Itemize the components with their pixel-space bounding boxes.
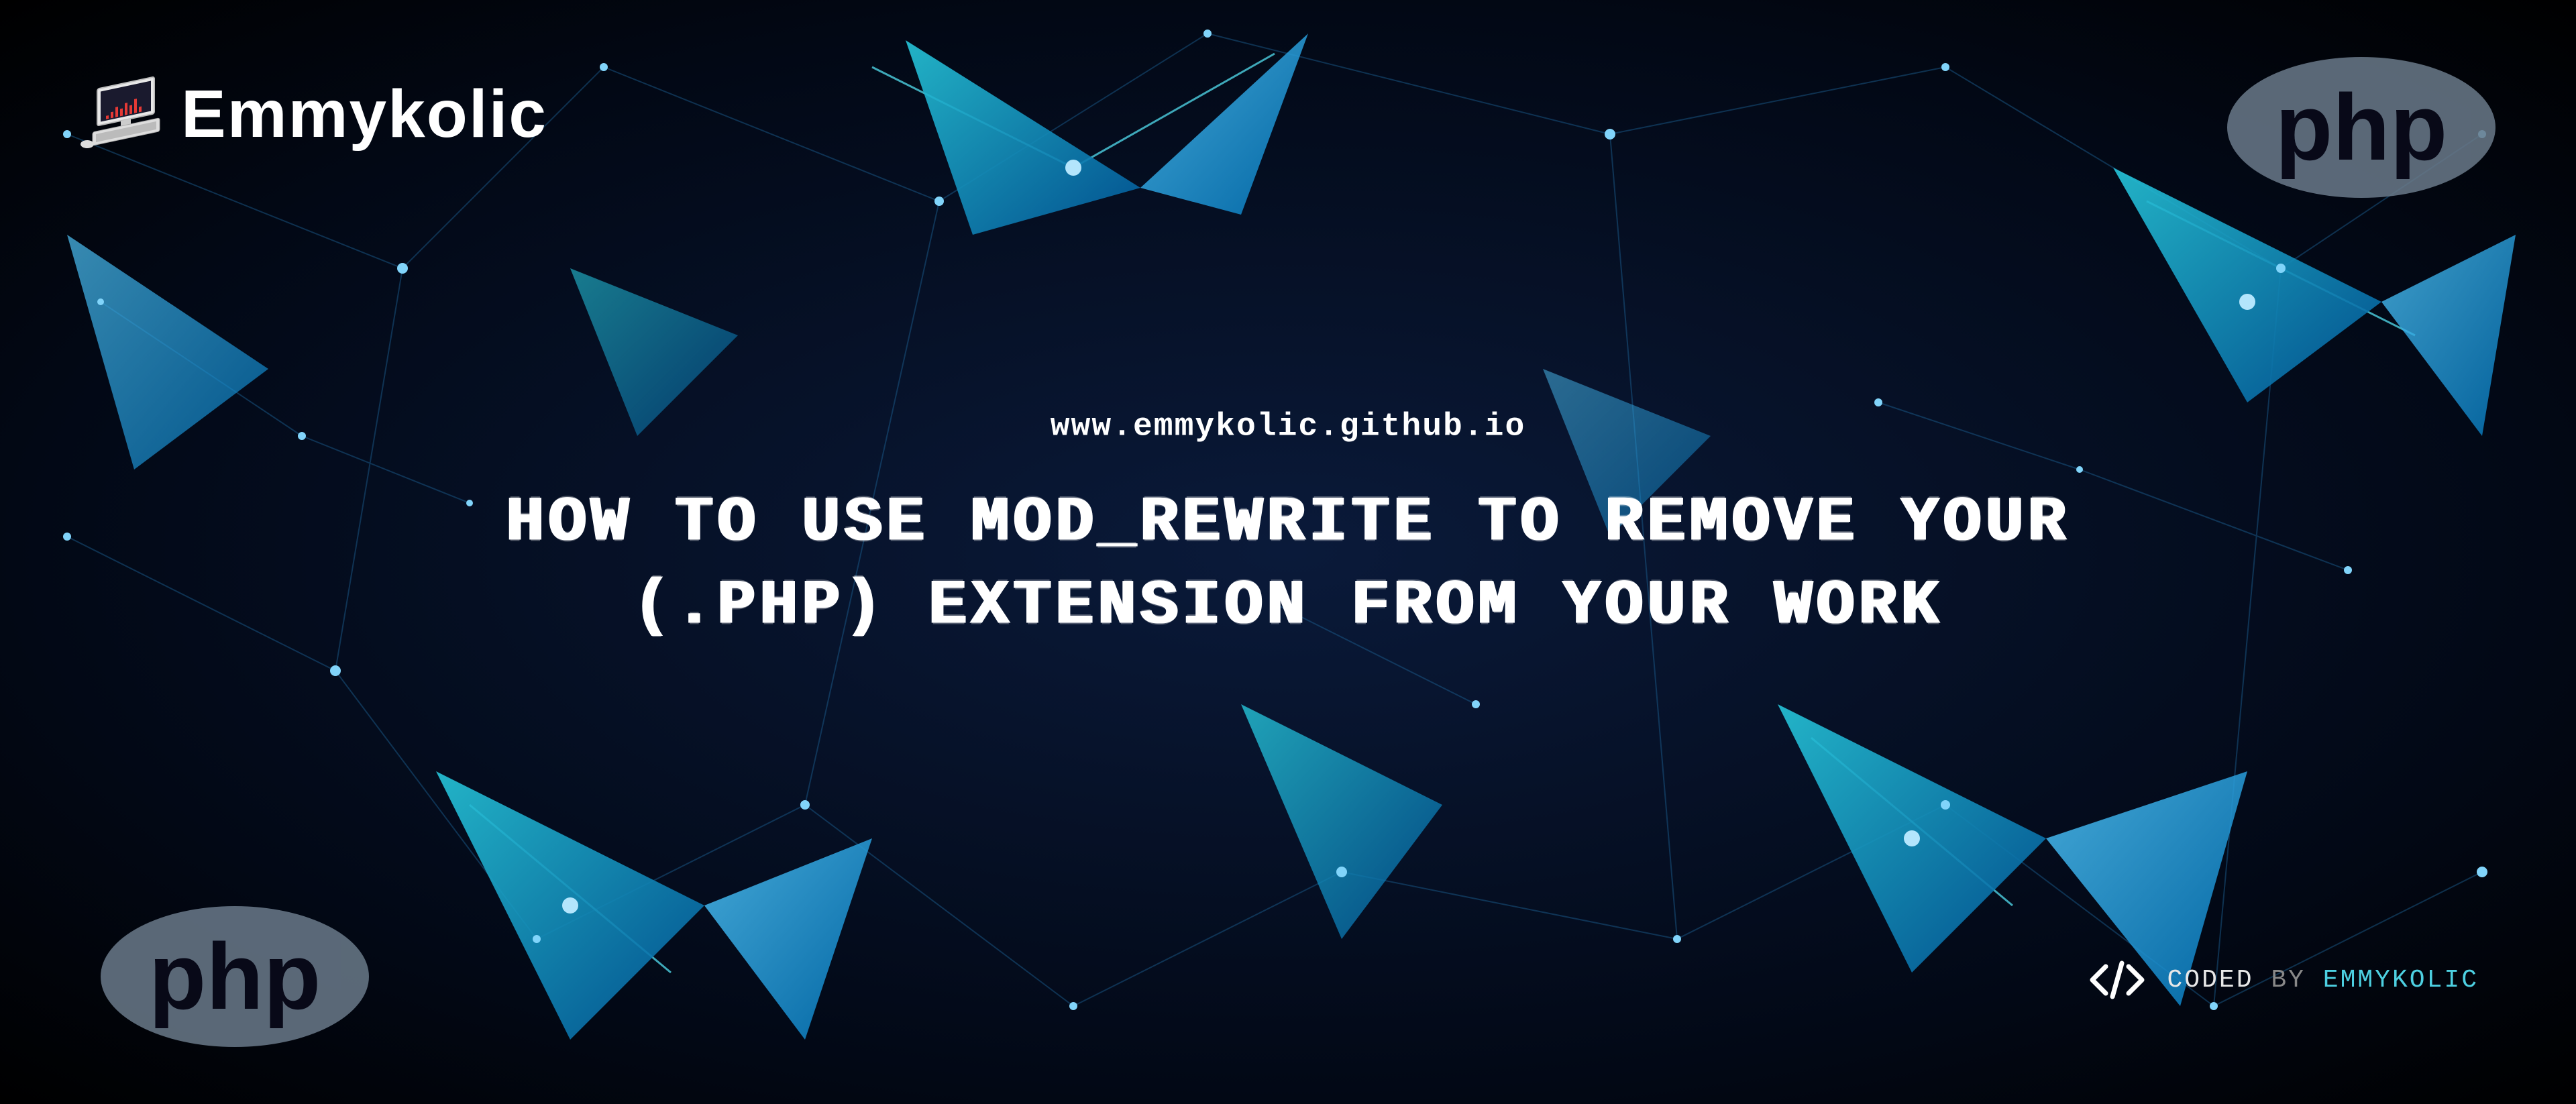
php-label: php — [149, 922, 321, 1031]
php-badge-top: php — [2227, 57, 2496, 198]
coded-by-text: CODED BY EMMYKOLIC — [2167, 966, 2479, 995]
author-name: EMMYKOLIC — [2323, 966, 2479, 995]
center-content: www.emmykolic.github.io HOW TO USE MOD_R… — [483, 408, 2093, 647]
by-label: BY — [2271, 966, 2306, 995]
php-badge-bottom: php — [101, 906, 369, 1047]
code-bracket-icon — [2087, 956, 2147, 1003]
computer-icon — [74, 74, 168, 154]
coded-by-footer: CODED BY EMMYKOLIC — [2087, 956, 2479, 1003]
main-title: HOW TO USE MOD_REWRITE TO REMOVE YOUR (.… — [483, 482, 2093, 647]
coded-label: CODED — [2167, 966, 2254, 995]
website-url: www.emmykolic.github.io — [483, 408, 2093, 445]
brand-name: Emmykolic — [181, 76, 547, 153]
php-label: php — [2275, 73, 2448, 182]
brand-logo: Emmykolic — [74, 74, 547, 154]
